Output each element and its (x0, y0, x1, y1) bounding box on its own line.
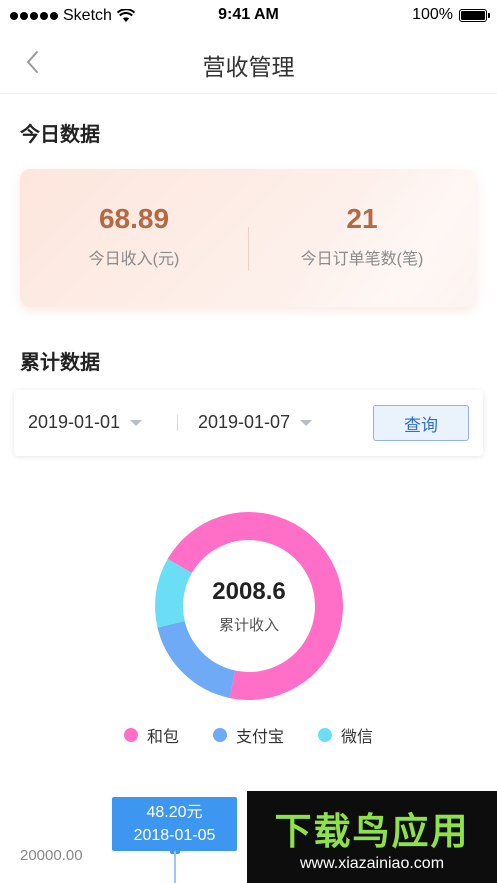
caret-down-icon (300, 419, 313, 426)
cumulative-section-title: 累计数据 (20, 352, 100, 374)
legend-label: 和包 (146, 729, 179, 746)
watermark-url: www.xiazainiao.com (299, 855, 445, 872)
total-income-label: 累计收入 (218, 617, 279, 634)
today-orders-stat: 21 今日订单笔数(笔) (248, 203, 476, 269)
battery-icon (459, 8, 490, 22)
legend-label: 微信 (341, 729, 374, 746)
navigation-bar: 营收管理 (0, 30, 497, 94)
battery-group: 100% (412, 6, 490, 24)
end-date-value: 2019-01-07 (198, 412, 291, 432)
date-filter: 2019-01-01 2019-01-07 查询 (14, 390, 483, 456)
filter-separator (177, 415, 178, 431)
legend-item-hebao: 和包 (123, 723, 179, 747)
today-orders-value: 21 (346, 203, 378, 234)
page-title: 营收管理 (202, 54, 295, 80)
battery-percent: 100% (412, 6, 453, 23)
tooltip-guide-line (174, 851, 176, 883)
chart-legend: 和包 支付宝 微信 (0, 723, 497, 747)
y-axis-tick-label: 20000.00 (20, 847, 83, 864)
query-button[interactable]: 查询 (373, 405, 469, 441)
donut-center: 2008.6 累计收入 (145, 578, 353, 635)
tooltip-value: 48.20元 (146, 804, 203, 821)
today-income-value: 68.89 (98, 203, 170, 234)
status-bar: Sketch 9:41 AM 100% (0, 0, 497, 30)
caret-down-icon (130, 419, 143, 426)
today-income-label: 今日收入(元) (88, 251, 180, 268)
watermark-logo: 下载鸟应用 (274, 811, 470, 852)
today-income-stat: 68.89 今日收入(元) (20, 203, 248, 269)
total-income-value: 2008.6 (212, 578, 286, 605)
chart-tooltip: 48.20元 2018-01-05 (112, 797, 237, 851)
legend-label: 支付宝 (235, 729, 284, 746)
end-date-picker[interactable]: 2019-01-07 (198, 412, 313, 433)
start-date-picker[interactable]: 2019-01-01 (28, 412, 143, 433)
legend-swatch (318, 728, 332, 742)
watermark-banner: 下载鸟应用 www.xiazainiao.com (247, 791, 497, 883)
today-section-title: 今日数据 (20, 124, 100, 146)
legend-item-alipay: 支付宝 (212, 723, 284, 747)
today-summary-card: 68.89 今日收入(元) 21 今日订单笔数(笔) (20, 169, 476, 307)
start-date-value: 2019-01-01 (28, 412, 121, 432)
legend-item-wechat: 微信 (318, 723, 373, 747)
legend-swatch (212, 728, 227, 742)
legend-swatch (123, 728, 138, 742)
tooltip-date: 2018-01-05 (133, 827, 216, 844)
today-orders-label: 今日订单笔数(笔) (300, 251, 424, 268)
